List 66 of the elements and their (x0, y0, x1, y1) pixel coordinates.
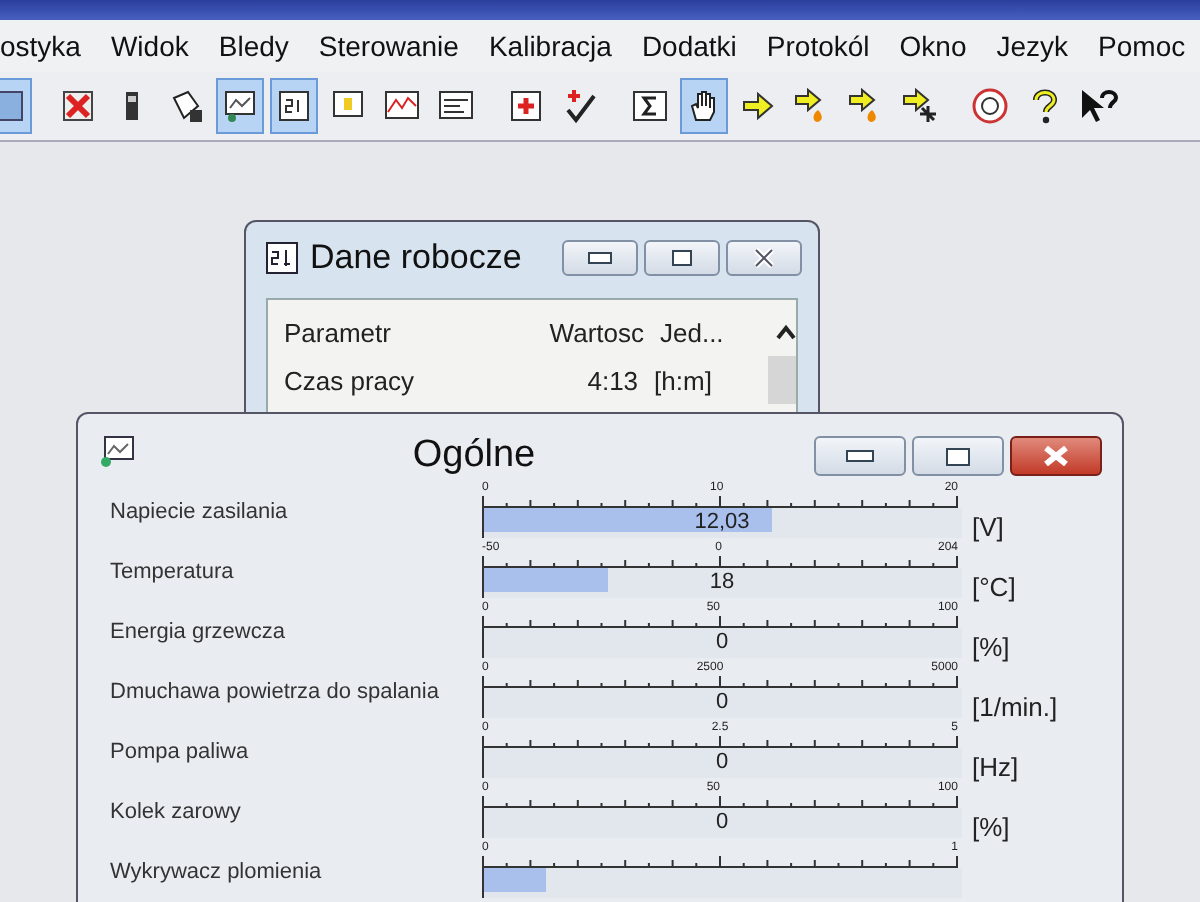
gauge-label: Wykrywacz plomienia (110, 858, 324, 884)
gauge-label: Temperatura (110, 558, 236, 584)
window-title: Ogólne (410, 432, 538, 478)
window-icon (98, 436, 134, 468)
minimize-icon (588, 252, 612, 264)
toolbar-icon (506, 86, 546, 126)
window-icon (266, 242, 298, 274)
maximize-button[interactable] (912, 436, 1004, 476)
gauge-value: 18 (707, 570, 737, 594)
gauge-label: Pompa paliwa (110, 738, 251, 764)
column-header[interactable]: Parametr (284, 317, 500, 347)
gauge-value: 0 (713, 750, 731, 774)
maximize-icon (946, 447, 970, 465)
menu-item[interactable]: Dodatki (641, 30, 737, 62)
toolbar-icon (738, 86, 778, 126)
gauge-unit: [V] (970, 510, 1006, 542)
minimize-button[interactable] (814, 436, 906, 476)
minimize-button[interactable] (562, 240, 638, 276)
gauge-unit: [1/min.] (970, 690, 1060, 722)
toolbar-icon (274, 86, 314, 126)
menu-item[interactable]: Kalibracja (488, 30, 612, 62)
gauge-unit: [%] (970, 630, 1012, 662)
menu-item[interactable]: Pomoc (1098, 30, 1186, 62)
toolbar-icon (1078, 86, 1118, 126)
menu-item[interactable]: Okno (899, 30, 967, 62)
menu-item[interactable]: Bledy (218, 30, 289, 62)
toolbar-button[interactable] (680, 78, 728, 134)
column-header[interactable]: Jed... (644, 317, 760, 347)
maximize-icon (672, 250, 692, 266)
scroll-up-icon[interactable] (776, 324, 796, 340)
gauge-label: Dmuchawa powietrza do spalania (110, 678, 441, 704)
gauge-label: Kolek zarowy (110, 798, 243, 824)
toolbar-icon (900, 86, 940, 126)
column-header[interactable]: Wartosc (500, 317, 644, 347)
toolbar-icon (58, 86, 98, 126)
maximize-button[interactable] (644, 240, 720, 276)
close-button[interactable] (1010, 436, 1102, 476)
menu-item[interactable]: Protokól (766, 30, 870, 62)
window-title: Dane robocze (310, 238, 522, 278)
close-button[interactable] (726, 240, 802, 276)
toolbar-button[interactable] (270, 78, 318, 134)
gauge-value: 0 (713, 630, 731, 654)
menu-item[interactable]: Sterowanie (318, 30, 459, 62)
gauge-label: Energia grzewcza (110, 618, 287, 644)
gauge-value: 12,03 (692, 510, 752, 534)
table-cell-text: [h:m] (652, 365, 714, 395)
gauge-unit: [°C] (970, 570, 1018, 602)
toolbar-icon (970, 86, 1010, 126)
gauge-label: Napiecie zasilania (110, 498, 290, 524)
gauge-value: 0 (713, 810, 731, 834)
close-icon (1042, 446, 1070, 466)
menu-item[interactable]: Jezyk (996, 30, 1069, 62)
gauge-value: 0 (713, 690, 731, 714)
gauge-unit: [%] (970, 810, 1012, 842)
toolbar-button[interactable] (216, 78, 264, 134)
toolbar-icon (630, 86, 670, 126)
scrollbar-track[interactable] (768, 356, 796, 404)
toolbar-icon (220, 86, 260, 126)
minimize-icon (846, 450, 874, 462)
table-cell-text: Czas pracy (284, 365, 417, 395)
menu-item[interactable]: ostyka (0, 30, 81, 62)
table-cell-text: 4:13 (585, 365, 639, 395)
toolbar-icon (0, 86, 28, 126)
menu-item[interactable]: Widok (110, 30, 189, 62)
close-icon (752, 248, 776, 268)
gauge-unit: [Hz] (970, 750, 1021, 782)
